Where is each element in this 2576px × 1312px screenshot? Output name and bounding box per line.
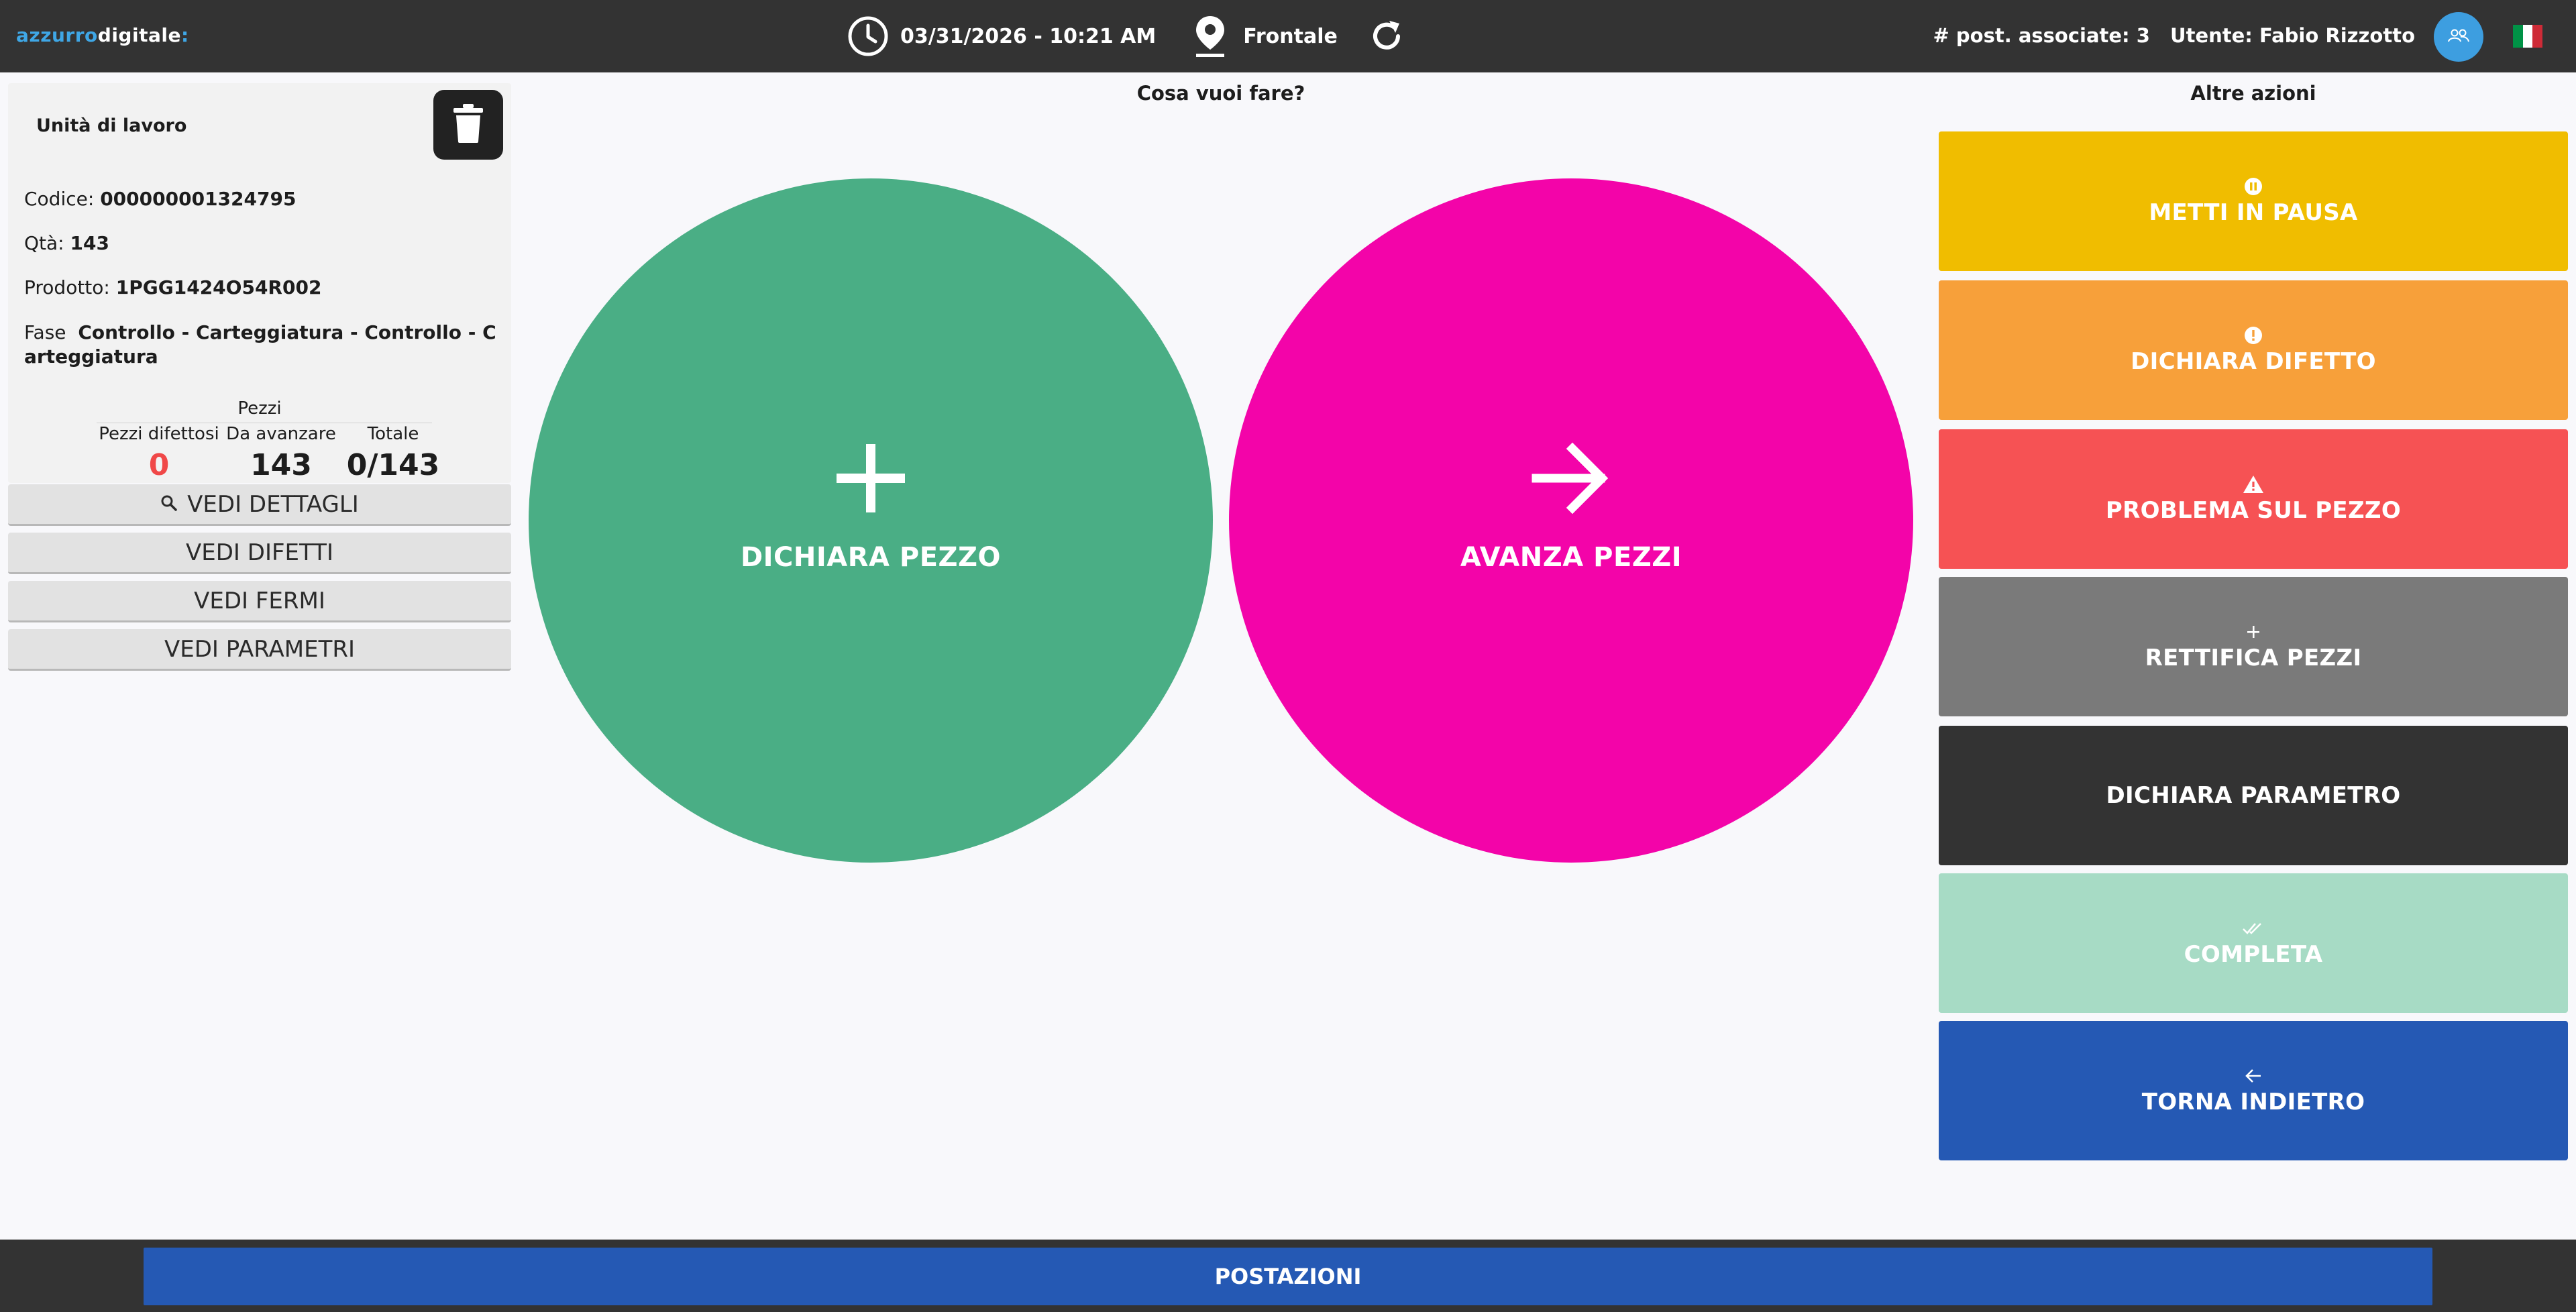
work-unit-panel: Unità di lavoro Codice: 000000001324795 …	[8, 83, 511, 483]
vedi-fermi-label: VEDI FERMI	[194, 587, 325, 614]
qta-row: Qtà: 143	[24, 232, 109, 254]
piece-problem-button[interactable]: PROBLEMA SUL PEZZO	[1939, 429, 2568, 569]
plus-icon	[834, 441, 908, 518]
prodotto-row: Prodotto: 1PGG1424O54R002	[24, 276, 321, 298]
pezzi-da-avanzare: Da avanzare 143	[224, 424, 338, 482]
vedi-dettagli-button[interactable]: VEDI DETTAGLI	[8, 484, 511, 526]
user-name: Utente: Fabio Rizzotto	[2170, 24, 2415, 47]
map-pin-icon	[1193, 15, 1227, 58]
qta-value: 143	[70, 232, 109, 254]
go-back-button[interactable]: TORNA INDIETRO	[1939, 1021, 2568, 1160]
codice-value: 000000001324795	[100, 188, 297, 210]
codice-row: Codice: 000000001324795	[24, 188, 296, 210]
other-actions-title: Altre azioni	[2190, 82, 2316, 105]
pezzi-totale: Totale 0/143	[339, 424, 447, 482]
work-unit-title: Unità di lavoro	[36, 115, 187, 136]
pezzi-difettosi-value: 0	[148, 448, 170, 482]
pause-button[interactable]: METTI IN PAUSA	[1939, 131, 2568, 271]
complete-label: COMPLETA	[2184, 941, 2323, 968]
declare-parameter-button[interactable]: DICHIARA PARAMETRO	[1939, 726, 2568, 865]
prodotto-label: Prodotto:	[24, 276, 110, 298]
declare-defect-button[interactable]: DICHIARA DIFETTO	[1939, 280, 2568, 420]
advance-pieces-label: AVANZA PEZZI	[1460, 542, 1682, 573]
vedi-parametri-label: VEDI PARAMETRI	[164, 635, 356, 663]
location-text: Frontale	[1243, 24, 1338, 48]
session-info: 03/31/2026 - 10:21 AM Frontale	[847, 15, 1406, 58]
user-group-button[interactable]	[2434, 12, 2483, 62]
clock-icon	[847, 15, 890, 58]
logo-part-colon: :	[180, 24, 189, 46]
double-check-icon	[2242, 918, 2265, 938]
alert-circle-icon	[2244, 325, 2263, 345]
piece-problem-label: PROBLEMA SUL PEZZO	[2105, 497, 2402, 524]
flag-stripe-green	[2513, 25, 2523, 48]
vedi-difetti-button[interactable]: VEDI DIFETTI	[8, 533, 511, 574]
flag-stripe-white	[2522, 25, 2533, 48]
search-icon	[160, 491, 178, 518]
fase-row: Fase Controllo - Carteggiatura - Control…	[24, 321, 500, 369]
prodotto-value: 1PGG1424O54R002	[115, 276, 322, 298]
pause-label: METTI IN PAUSA	[2149, 199, 2358, 226]
associated-positions: # post. associate: 3	[1933, 24, 2150, 47]
pezzi-difettosi: Pezzi difettosi 0	[95, 424, 223, 482]
main-question: Cosa vuoi fare?	[1136, 82, 1305, 105]
user-info: # post. associate: 3 Utente: Fabio Rizzo…	[1933, 24, 2416, 47]
trash-icon	[453, 104, 483, 146]
pezzi-da-avanzare-label: Da avanzare	[226, 424, 336, 444]
codice-label: Codice:	[24, 188, 95, 210]
vedi-parametri-button[interactable]: VEDI PARAMETRI	[8, 629, 511, 671]
adjust-pieces-button[interactable]: RETTIFICA PEZZI	[1939, 577, 2568, 716]
declare-parameter-label: DICHIARA PARAMETRO	[2106, 782, 2401, 809]
pezzi-da-avanzare-value: 143	[250, 448, 312, 482]
complete-button[interactable]: COMPLETA	[1939, 873, 2568, 1013]
declare-defect-label: DICHIARA DIFETTO	[2131, 348, 2376, 375]
vedi-difetti-label: VEDI DIFETTI	[186, 539, 333, 566]
flag-stripe-red	[2532, 25, 2543, 48]
postazioni-button[interactable]: POSTAZIONI	[144, 1248, 2432, 1305]
pause-icon	[2244, 176, 2263, 197]
arrow-left-icon	[2245, 1066, 2262, 1086]
plus-icon	[2246, 622, 2261, 642]
vedi-dettagli-label: VEDI DETTAGLI	[187, 490, 359, 518]
warning-icon	[2243, 474, 2264, 494]
qta-label: Qtà:	[24, 232, 64, 254]
advance-pieces-button[interactable]: AVANZA PEZZI	[1229, 178, 1913, 863]
fase-value: Controllo - Carteggiatura - Controllo - …	[24, 321, 496, 368]
logo-part-azzurro: azzurro	[16, 24, 98, 46]
datetime-text: 03/31/2026 - 10:21 AM	[900, 24, 1157, 48]
logo: azzurrodigitale:	[16, 24, 189, 46]
adjust-pieces-label: RETTIFICA PEZZI	[2145, 645, 2362, 671]
fase-label: Fase	[24, 321, 66, 343]
user-group-icon	[2447, 28, 2470, 46]
italian-flag-icon[interactable]	[2513, 25, 2543, 48]
pezzi-difettosi-label: Pezzi difettosi	[99, 424, 219, 444]
top-bar: azzurrodigitale: 03/31/2026 - 10:21 AM F…	[0, 0, 2576, 72]
declare-piece-label: DICHIARA PEZZO	[740, 542, 1002, 573]
arrow-right-icon	[1531, 441, 1611, 518]
postazioni-label: POSTAZIONI	[1214, 1264, 1362, 1289]
go-back-label: TORNA INDIETRO	[2141, 1089, 2365, 1115]
refresh-icon[interactable]	[1367, 17, 1406, 56]
pezzi-heading: Pezzi	[237, 398, 282, 419]
pezzi-totale-value: 0/143	[346, 448, 440, 482]
pezzi-totale-label: Totale	[367, 424, 419, 444]
logo-part-digitale: digitale	[97, 24, 181, 46]
vedi-fermi-button[interactable]: VEDI FERMI	[8, 581, 511, 622]
delete-button[interactable]	[433, 90, 503, 160]
declare-piece-button[interactable]: DICHIARA PEZZO	[529, 178, 1213, 863]
footer-bar: POSTAZIONI	[0, 1240, 2576, 1312]
